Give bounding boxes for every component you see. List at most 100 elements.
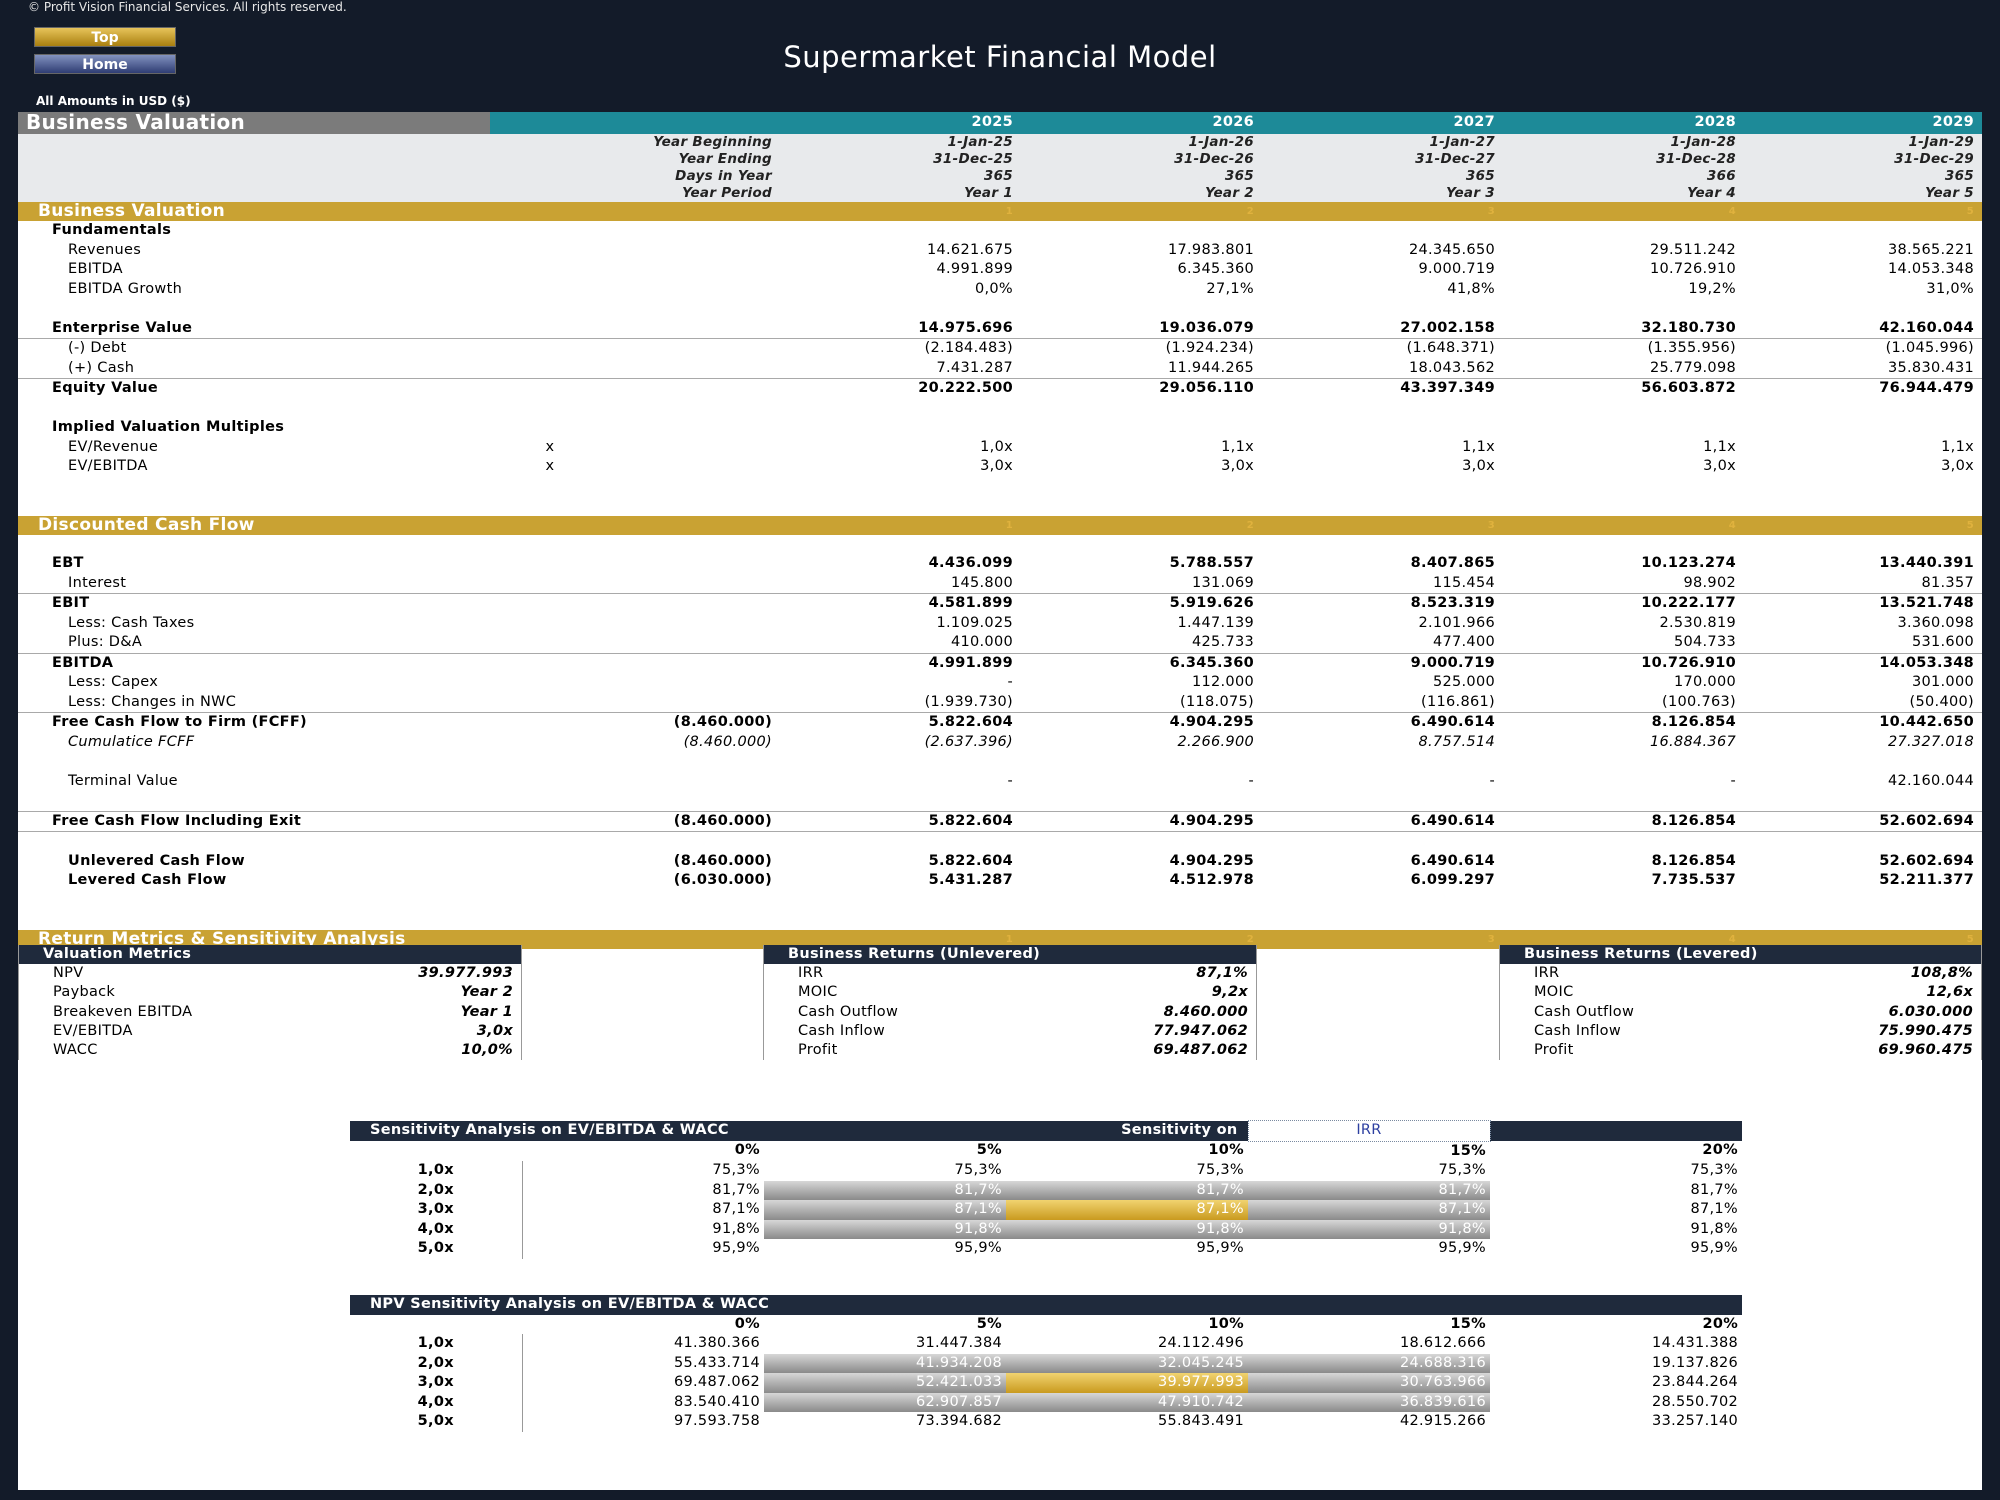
box-title: Business Returns (Unlevered) [763,945,1257,965]
value-cell: 1-Jan-28 [1503,134,1744,151]
value-cell: 56.603.872 [1503,378,1744,399]
value-cell: 4.581.899 [780,593,1021,614]
value-cell: (1.045.996) [1744,338,1982,359]
table-row: Cumulatice FCFF (8.460.000) (2.637.396) 2.2… [18,733,1982,753]
sensitivity-row: 2,0x 55.433.714 41.934.208 32.045.245 24.688… [350,1353,1742,1373]
row-label: Levered Cash Flow [68,872,227,888]
metric-label: Breakeven EBITDA [53,1003,193,1020]
sensitivity-cell: 87,1% [764,1200,1007,1220]
value-cell: 19,2% [1688,280,1736,297]
metric-label: NPV [53,965,84,982]
copyright-text: © Profit Vision Financial Services. All … [28,0,347,14]
value-cell: 1.109.025 [936,614,1013,631]
value-cell: (1.648.371) [1262,338,1503,359]
value-cell: 6.490.614 [1262,810,1503,832]
wacc-column-header: 10% [1208,1315,1244,1332]
sensitivity-cell: 23.844.264 [1652,1374,1739,1390]
value-cell: 3.360.098 [1897,614,1974,631]
table-row: Free Cash Flow Including Exit (8.460.000)… [18,810,1982,832]
value-cell: 4.904.295 [1169,852,1254,869]
value-cell: 25.779.098 [1649,359,1736,376]
value-cell: 27.002.158 [1400,319,1495,336]
value-cell: Year 4 [1503,185,1744,202]
value-cell: 365 [1262,168,1503,185]
value-cell: 13.521.748 [1744,593,1982,614]
business-returns-levered-box: Business Returns (Levered) IRR 108,8% MOIC 1… [1499,945,1982,1061]
value-cell: 11.944.265 [1167,359,1254,376]
value-cell: Year 2 [1021,185,1262,202]
multiple-row-label: 2,0x [350,1180,523,1200]
value-cell: 10.726.910 [1649,261,1736,277]
row-label: Free Cash Flow to Firm (FCFF) [18,712,490,733]
multiple-row-label: 5,0x [350,1239,523,1259]
value-cell: 425.733 [1191,634,1254,650]
value-cell: 365 [780,168,1021,185]
sensitivity-row: 5,0x 95,9% 95,9% 95,9% 95,9% 95,9% [350,1239,1742,1259]
metric-row: NPV 39.977.993 [19,964,522,983]
multiple-row-label: 5,0x [350,1412,523,1432]
value-cell: 525.000 [1432,674,1495,690]
metric-row: Profit 69.487.062 [764,1041,1257,1060]
value-cell: 3,0x [1221,458,1254,474]
value-cell: 27,1% [1206,280,1254,297]
metric-value: 77.947.062 [1153,1022,1248,1039]
metric-row: Breakeven EBITDA Year 1 [19,1003,522,1022]
value-cell: 31-Dec-29 [1744,151,1982,168]
value-cell: 14.621.675 [926,241,1013,258]
sensitivity-cell: 69.487.062 [673,1374,760,1390]
sensitivity-cell: 31.447.384 [915,1335,1002,1351]
sensitivity-cell: 33.257.140 [1652,1413,1739,1429]
table-row: Implied Valuation Multiples [18,418,1982,438]
value-cell: 2.101.966 [1418,614,1495,631]
table-row: Interest 145.800 131.069 115.454 98.902 81.35… [18,574,1982,594]
sensitivity-metric-select[interactable]: IRR [1247,1120,1491,1142]
value-cell: 5.788.557 [1169,555,1254,571]
period-row: Year Beginning 1-Jan-25 1-Jan-26 1-Jan-27 1-… [18,134,1982,151]
value-cell: - [1007,772,1013,789]
row-label: Unlevered Cash Flow [68,852,245,869]
value-cell: 112.000 [1191,674,1254,690]
row-label: Enterprise Value [52,319,193,336]
sensitivity-cell: 55.433.714 [673,1354,760,1371]
value-cell: 8.126.854 [1651,852,1736,869]
metric-label: WACC [53,1042,98,1059]
row-label: Days in Year [490,168,780,185]
value-cell: 1-Jan-26 [1021,134,1262,151]
value-cell: 81.357 [1921,574,1974,591]
section-header: Business Valuation 1 2 3 4 5 [18,202,1982,221]
metric-label: Cash Outflow [1534,1003,1635,1020]
subsection-label: Implied Valuation Multiples [52,419,285,435]
multiple-row-label: 3,0x [350,1373,523,1393]
box-header: Business Returns (Unlevered) [763,945,1257,965]
sensitivity-header: NPV Sensitivity Analysis on EV/EBITDA & … [350,1295,1743,1315]
sensitivity-cell: 95,9% [1438,1240,1487,1256]
value-cell: 4.991.899 [780,652,1021,673]
spreadsheet-area: Business Valuation 2025 2026 2027 2028 2029 Ye… [18,112,1982,1490]
wacc-column-header: 5% [976,1315,1002,1332]
table-row: Free Cash Flow to Firm (FCFF) (8.460.000)… [18,712,1982,733]
value-cell: 365 [1744,168,1982,185]
wacc-column-header: 0% [734,1142,760,1159]
value-cell: 6.490.614 [1262,712,1503,733]
sensitivity-cell: 91,8% [1690,1220,1739,1237]
sensitivity-cell: 41.934.208 [764,1353,1006,1373]
value-cell: - [1007,674,1013,690]
table-row: Less: Cash Taxes 1.109.025 1.447.139 2.101.… [18,614,1982,634]
row-label: Year Period [490,185,780,202]
wacc-column-header: 10% [1208,1142,1245,1159]
row-label: (-) Debt [18,338,490,359]
value-cell: 9.000.719 [1262,652,1503,673]
sensitivity-cell: 62.907.857 [764,1392,1006,1412]
sensitivity-row: 5,0x 97.593.758 73.394.682 55.843.491 42.915… [350,1412,1742,1432]
value-cell: 2029 [1744,112,1982,134]
value-cell: 2.266.900 [1177,733,1254,750]
metric-label: MOIC [1534,984,1574,1001]
sensitivity-cell: 81,7% [1006,1180,1249,1200]
value-cell: 115.454 [1432,574,1495,591]
metric-row: Cash Outflow 8.460.000 [764,1003,1257,1022]
metric-value: 9,2x [1211,984,1248,1001]
subsection-label: Fundamentals [52,222,172,238]
value-cell: 5.822.604 [928,852,1013,869]
value-cell: 31,0% [1926,280,1974,297]
metric-value: 69.487.062 [1153,1042,1248,1059]
